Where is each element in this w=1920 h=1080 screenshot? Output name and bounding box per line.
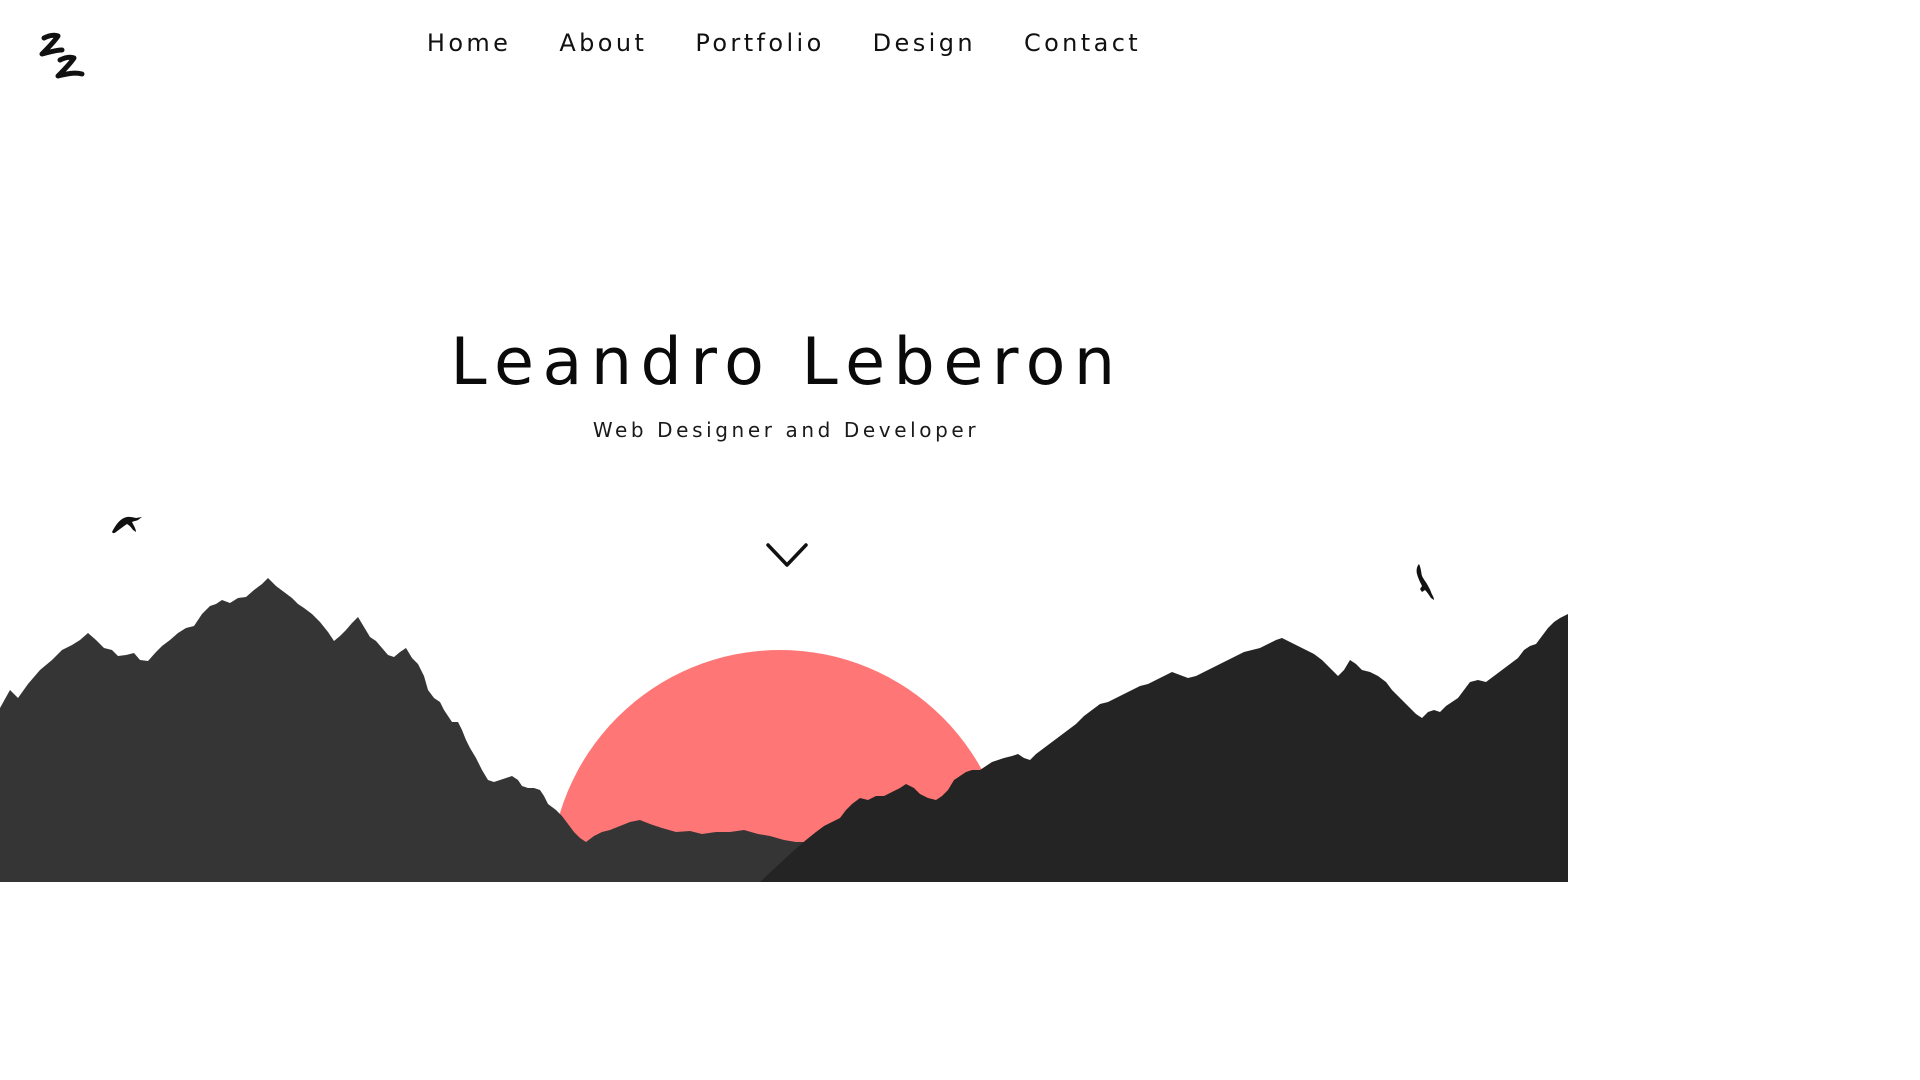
hero-subtitle: Web Designer and Developer	[592, 418, 980, 442]
landing-page: Home About Portfolio Design Contact Lean…	[0, 0, 1568, 882]
mountain-left	[0, 578, 808, 882]
main-nav: Home About Portfolio Design Contact	[0, 27, 1568, 59]
nav-home[interactable]: Home	[427, 27, 511, 59]
eagle-icon	[1416, 564, 1434, 600]
nav-about[interactable]: About	[559, 27, 647, 59]
nav-portfolio[interactable]: Portfolio	[695, 27, 824, 59]
scroll-down-button[interactable]	[765, 541, 809, 571]
hero-title: Leandro Leberon	[450, 325, 1124, 400]
bird-icon	[112, 516, 142, 534]
sun	[550, 650, 1010, 882]
nav-contact[interactable]: Contact	[1024, 27, 1141, 59]
mountain-right	[760, 614, 1568, 882]
chevron-down-icon	[766, 543, 808, 567]
nav-design[interactable]: Design	[873, 27, 976, 59]
